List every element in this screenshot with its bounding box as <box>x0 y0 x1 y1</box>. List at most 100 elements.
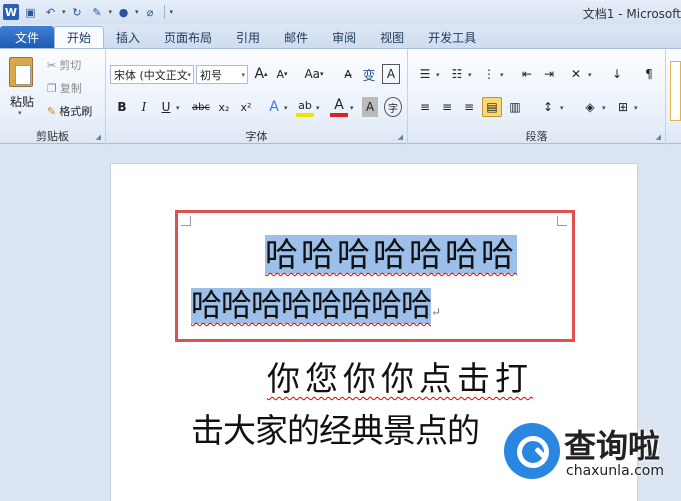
underline-dropdown-icon[interactable]: ▾ <box>176 104 180 112</box>
tab-insert[interactable]: 插入 <box>104 26 152 48</box>
multilevel-dropdown-icon[interactable]: ▾ <box>500 71 504 79</box>
chinese-layout-icon[interactable]: ✕ <box>566 64 586 84</box>
customize-qat-icon[interactable]: ▾ <box>170 8 174 16</box>
paste-dropdown-icon[interactable]: ▾ <box>18 109 22 117</box>
bullets-dropdown-icon[interactable]: ▾ <box>436 71 440 79</box>
selection-highlight-box <box>175 210 575 342</box>
copy-icon: ❐ <box>47 81 57 95</box>
strikethrough-button[interactable]: abc <box>190 97 212 117</box>
chevron-down-icon: ▾ <box>187 70 191 79</box>
paragraph-group-label: 段落 <box>525 130 548 143</box>
save-icon[interactable]: ▣ <box>22 4 39 21</box>
font-launcher-icon[interactable]: ◢ <box>398 133 403 141</box>
qat-dropdown-icon[interactable]: ▾ <box>109 8 113 16</box>
cut-button[interactable]: ✂ 剪切 <box>47 57 81 73</box>
tab-references[interactable]: 引用 <box>224 26 272 48</box>
borders-icon[interactable]: ⊞ <box>614 97 632 117</box>
format-painter-label: 格式刷 <box>59 105 93 118</box>
change-case-button[interactable]: Aa ▾ <box>300 64 328 84</box>
undo-icon[interactable]: ↶ <box>42 4 59 21</box>
paste-button[interactable]: 粘贴 <box>10 93 34 110</box>
borders-dropdown-icon[interactable]: ▾ <box>634 104 638 112</box>
paragraph-launcher-icon[interactable]: ◢ <box>656 133 661 141</box>
distributed-icon[interactable]: ▥ <box>506 97 524 117</box>
shading-icon[interactable]: ◈ <box>580 97 600 117</box>
copy-label: 复制 <box>59 82 82 95</box>
tab-page-layout[interactable]: 页面布局 <box>152 26 224 48</box>
clipboard-launcher-icon[interactable]: ◢ <box>96 133 101 141</box>
grow-font-button[interactable]: A ▴ <box>252 64 270 84</box>
numbering-icon[interactable]: ☷ <box>448 64 466 84</box>
align-left-icon[interactable]: ≡ <box>416 97 434 117</box>
bullets-icon[interactable]: ☰ <box>416 64 434 84</box>
multilevel-list-icon[interactable]: ⋮ <box>480 64 498 84</box>
format-painter-button[interactable]: ✎ 格式刷 <box>47 103 92 119</box>
redo-icon[interactable]: ↻ <box>69 4 86 21</box>
text-line-3[interactable]: 你您你你点击打 <box>267 352 533 400</box>
font-name-combo[interactable]: 宋体 (中文正文 ▾ <box>110 65 194 84</box>
numbering-dropdown-icon[interactable]: ▾ <box>468 71 472 79</box>
magnifier-logo-icon <box>504 423 560 479</box>
watermark-logo: 查询啦 chaxunla.com <box>500 415 681 501</box>
ribbon: 粘贴 ▾ ✂ 剪切 ❐ 复制 ✎ 格式刷 剪贴板 ◢ 宋体 (中文正文 ▾ 初号 ▾ A ▴… <box>0 48 681 145</box>
color-wheel-icon[interactable]: ● <box>115 4 132 21</box>
window-title: 文档1 - Microsoft <box>582 7 681 21</box>
clipboard-group: 粘贴 ▾ ✂ 剪切 ❐ 复制 ✎ 格式刷 剪贴板 ◢ <box>0 49 106 145</box>
tab-developer[interactable]: 开发工具 <box>416 26 488 48</box>
decrease-indent-icon[interactable]: ⇤ <box>518 64 536 84</box>
format-painter-qat-icon[interactable]: ✎ <box>89 4 106 21</box>
enclose-characters-button[interactable]: 字 <box>384 97 402 117</box>
tab-view[interactable]: 视图 <box>368 26 416 48</box>
shading-dropdown-icon[interactable]: ▾ <box>602 104 606 112</box>
highlight-dropdown-icon[interactable]: ▾ <box>316 104 320 112</box>
chinese-layout-dropdown-icon[interactable]: ▾ <box>588 71 592 79</box>
clear-formatting-button[interactable]: A̶ <box>340 64 356 84</box>
increase-indent-icon[interactable]: ⇥ <box>540 64 558 84</box>
text-effect-button[interactable]: A <box>266 97 282 117</box>
phonetic-guide-icon[interactable]: 变 <box>360 64 378 84</box>
ribbon-tabs: 文件 开始 插入 页面布局 引用 邮件 审阅 视图 开发工具 <box>0 24 681 48</box>
watermark-title: 查询啦 <box>564 427 661 465</box>
font-color-button[interactable]: A <box>330 97 348 117</box>
superscript-button[interactable]: x² <box>238 97 254 117</box>
highlight-button[interactable]: ab <box>296 97 314 117</box>
font-name-value: 宋体 (中文正文 <box>114 68 188 82</box>
copy-button[interactable]: ❐ 复制 <box>47 80 82 96</box>
line-spacing-icon[interactable]: ↕ <box>538 97 558 117</box>
subscript-button[interactable]: x₂ <box>216 97 232 117</box>
align-center-icon[interactable]: ≡ <box>438 97 456 117</box>
line-spacing-dropdown-icon[interactable]: ▾ <box>560 104 564 112</box>
font-size-combo[interactable]: 初号 ▾ <box>196 65 248 84</box>
title-bar: W ▣ ↶ ▾ ↻ ✎ ▾ ● ▾ ⌀ ▾ 文档1 - Microsoft <box>0 0 681 24</box>
align-right-icon[interactable]: ≡ <box>460 97 478 117</box>
text-line-4[interactable]: 击大家的经典景点的 <box>191 404 480 452</box>
font-size-value: 初号 <box>200 68 222 82</box>
character-border-icon[interactable]: A <box>382 64 400 84</box>
tab-file[interactable]: 文件 <box>0 26 54 48</box>
font-group: 宋体 (中文正文 ▾ 初号 ▾ A ▴ A ▾ Aa ▾ A̶ 变 A B I U ▾ a… <box>106 49 408 145</box>
show-marks-icon[interactable]: ¶ <box>640 64 658 84</box>
bold-button[interactable]: B <box>114 97 130 117</box>
tab-review[interactable]: 审阅 <box>320 26 368 48</box>
paste-icon[interactable] <box>9 57 33 87</box>
sort-icon[interactable]: ↓ <box>608 64 626 84</box>
watermark-url: chaxunla.com <box>566 463 664 479</box>
clear-format-icon[interactable]: ⌀ <box>142 4 159 21</box>
justify-icon[interactable]: ▤ <box>482 97 502 117</box>
grow-font-icon: A <box>254 66 265 82</box>
tab-mailings[interactable]: 邮件 <box>272 26 320 48</box>
word-logo-icon[interactable]: W <box>3 4 19 20</box>
shrink-font-button[interactable]: A ▾ <box>274 64 290 84</box>
color-dropdown-icon[interactable]: ▾ <box>135 8 139 16</box>
tab-home[interactable]: 开始 <box>54 26 105 48</box>
undo-dropdown-icon[interactable]: ▾ <box>62 8 66 16</box>
character-shading-button[interactable]: A <box>362 97 378 117</box>
text-effect-dropdown-icon[interactable]: ▾ <box>284 104 288 112</box>
italic-button[interactable]: I <box>136 97 152 117</box>
underline-button[interactable]: U <box>158 97 174 117</box>
styles-gallery[interactable] <box>670 61 681 121</box>
clipboard-group-label: 剪贴板 <box>36 130 69 143</box>
body-text-4: 击大家的经典景点的 <box>191 411 480 450</box>
font-color-dropdown-icon[interactable]: ▾ <box>350 104 354 112</box>
brush-icon: ✎ <box>47 104 57 118</box>
